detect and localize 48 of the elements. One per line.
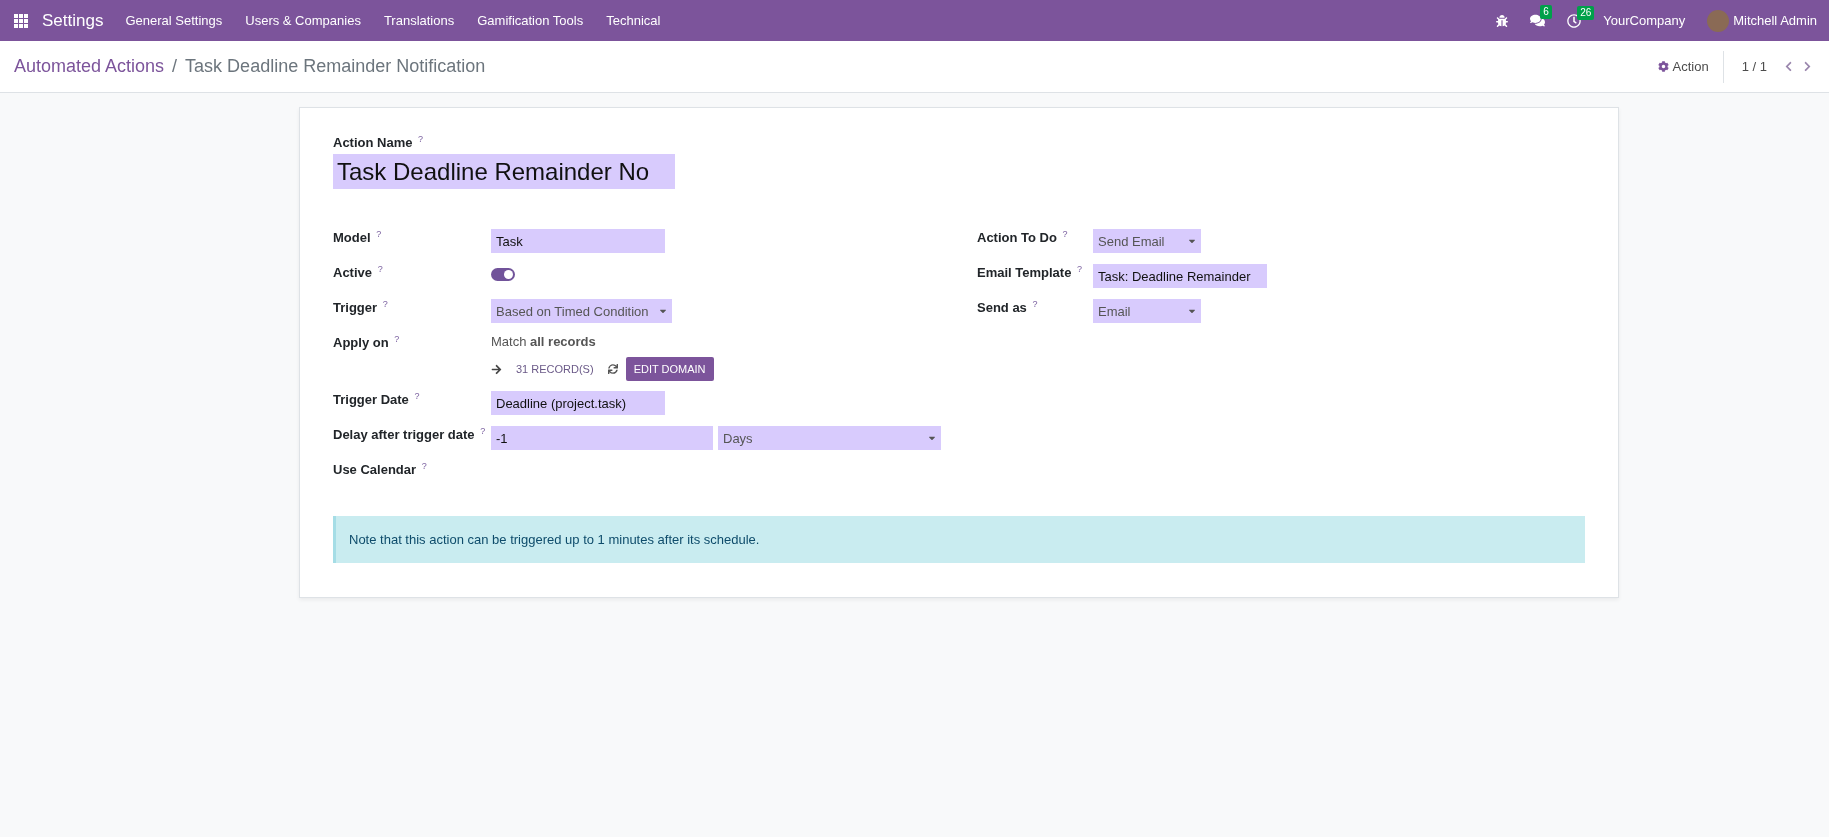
menu-item[interactable]: General Settings	[125, 13, 223, 28]
message-count: 6	[1540, 5, 1552, 19]
field-label: Active $^{?}$	[333, 264, 384, 281]
chat-icon[interactable]	[1530, 13, 1546, 28]
arrow-right-icon	[491, 363, 502, 375]
field-label: Send as $^{?}$	[977, 299, 1039, 316]
text-field[interactable]: Task	[491, 229, 665, 254]
field-label: Action Name $^{?}$	[333, 135, 424, 151]
pager-value: 1 / 1	[1741, 59, 1767, 74]
menu-item[interactable]: Gamification Tools	[477, 13, 584, 28]
toggle-switch[interactable]	[491, 268, 515, 282]
info-note: Note that this action can be triggered up to 1 minutes after its schedule.	[333, 516, 1585, 564]
field-label: Email Template $^{?}$	[977, 264, 1084, 281]
edit-domain-button[interactable]: EDIT DOMAIN	[625, 357, 714, 382]
action-button[interactable]: Action	[1657, 50, 1724, 83]
gear-icon	[1657, 61, 1669, 72]
select-field[interactable]: Send Email	[1093, 229, 1201, 254]
name-field[interactable]: Task Deadline Remainder No	[333, 154, 675, 190]
field-label: Use Calendar $^{?}$	[333, 461, 428, 478]
bug-icon[interactable]	[1496, 14, 1509, 27]
select-field[interactable]: Days	[718, 426, 941, 451]
avatar	[1707, 9, 1730, 32]
field-label: Trigger $^{?}$	[333, 299, 389, 316]
select-field[interactable]: Email	[1093, 299, 1201, 324]
field-label: Action To Do $^{?}$	[977, 229, 1069, 246]
activity-count: 26	[1577, 5, 1595, 20]
field-label: Model $^{?}$	[333, 229, 383, 246]
app-title[interactable]: Settings	[42, 10, 104, 31]
user-name[interactable]: Mitchell Admin	[1733, 13, 1817, 28]
breadcrumb-current: Task Deadline Remainder Notification	[185, 56, 486, 77]
field-label: Apply on $^{?}$	[333, 334, 401, 351]
company-name[interactable]: YourCompany	[1603, 13, 1686, 28]
field-label: Trigger Date $^{?}$	[333, 391, 421, 408]
clock-icon[interactable]	[1567, 13, 1582, 28]
domain-summary: Match all records	[491, 334, 596, 350]
menu-item[interactable]: Technical	[606, 13, 661, 28]
records-link[interactable]: 31 RECORD(S)	[516, 363, 594, 376]
text-field[interactable]: -1	[491, 426, 713, 451]
menu-item[interactable]: Users & Companies	[245, 13, 361, 28]
select-field[interactable]: Based on Timed Condition	[491, 299, 673, 324]
text-field[interactable]: Deadline (project.task)	[491, 391, 665, 416]
text-field[interactable]: Task: Deadline Remainder	[1093, 264, 1267, 289]
app-grid-icon[interactable]	[14, 13, 28, 28]
breadcrumb-separator: /	[172, 56, 178, 77]
menu-item[interactable]: Translations	[383, 13, 455, 28]
breadcrumb-link[interactable]: Automated Actions	[14, 56, 165, 77]
field-label: Delay after trigger date $^{?}$	[333, 426, 487, 443]
refresh-icon[interactable]	[607, 364, 618, 375]
